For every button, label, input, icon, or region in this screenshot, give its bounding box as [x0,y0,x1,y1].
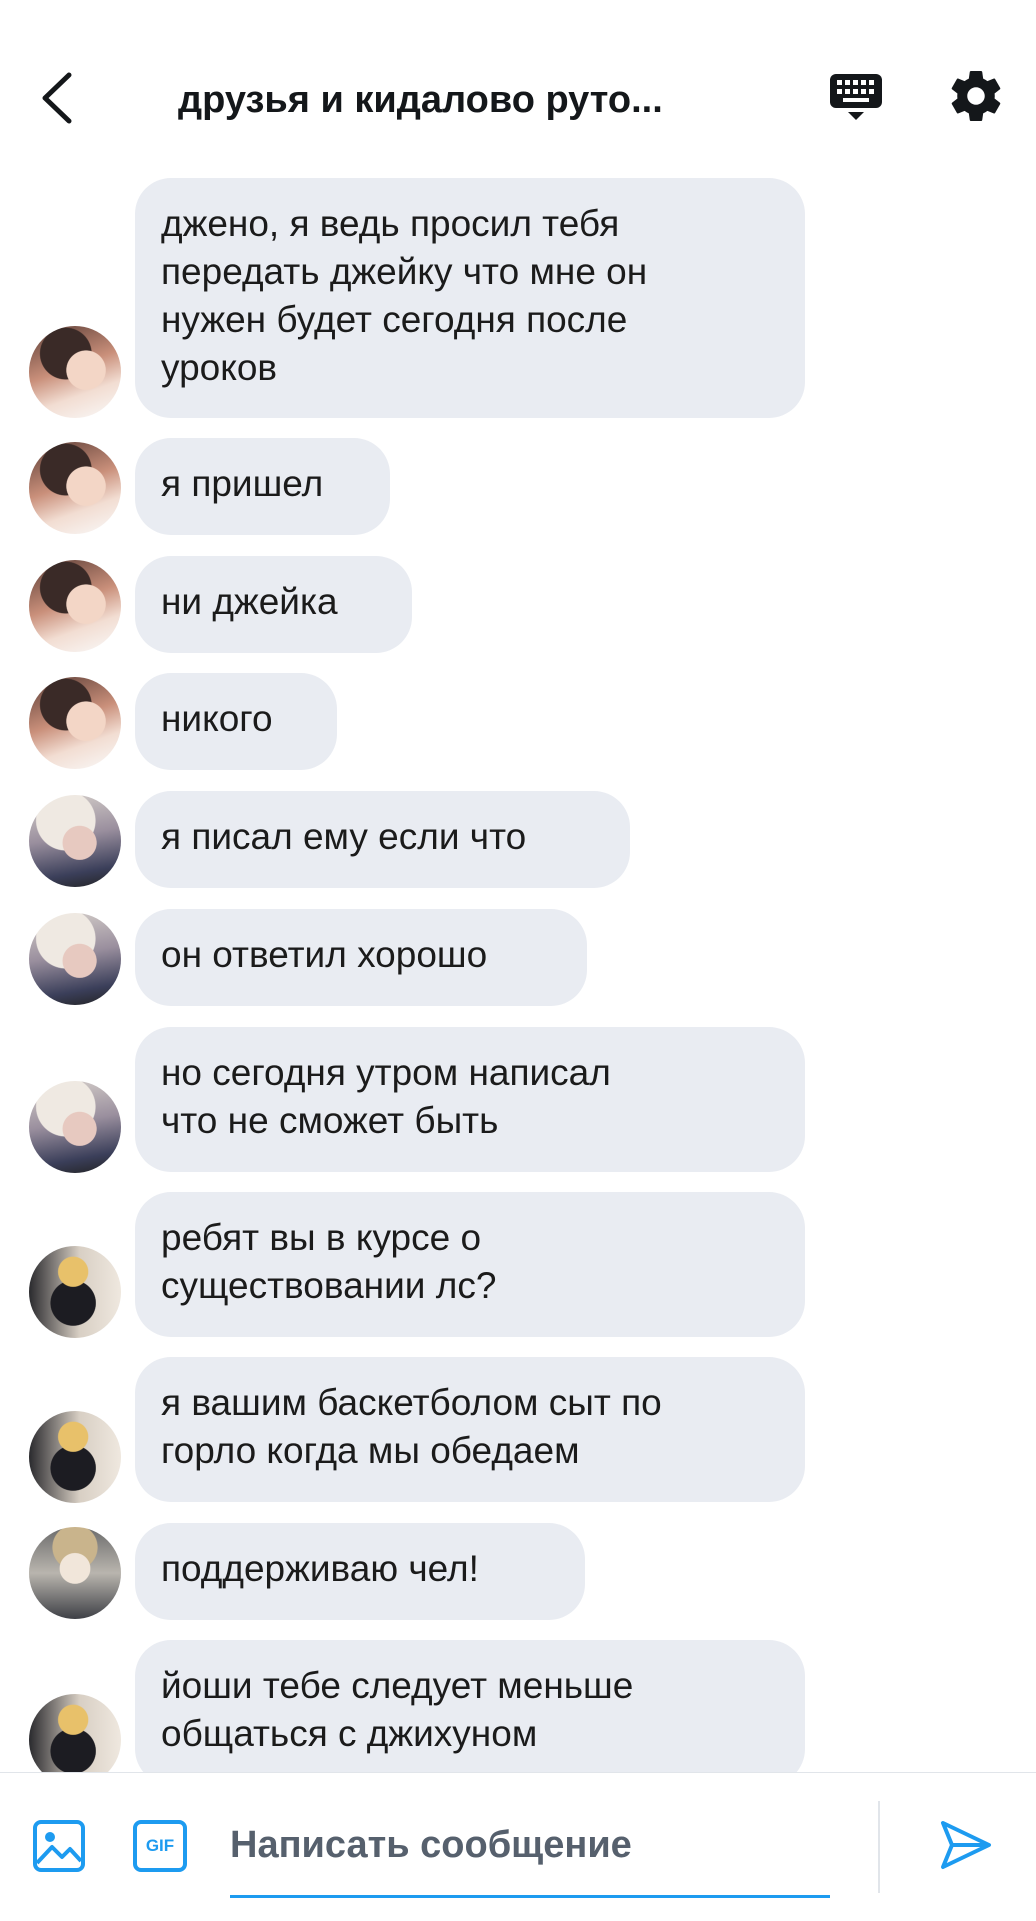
avatar[interactable] [29,1246,121,1338]
avatar[interactable] [29,1411,121,1503]
image-icon [33,1820,85,1872]
message-bubble[interactable]: я вашим баскетболом сыт по горло когда м… [135,1357,805,1502]
back-button[interactable] [30,62,82,134]
message-bubble[interactable]: джено, я ведь просил тебя передать джейк… [135,178,805,418]
avatar[interactable] [29,913,121,1005]
chevron-left-icon [42,72,72,124]
message-bubble[interactable]: ребят вы в курсе о существовании лс? [135,1192,805,1337]
message-bubble[interactable]: ни джейка [135,556,412,653]
gif-label: GIF [145,1836,175,1855]
gear-icon [951,71,1001,121]
message-bubble[interactable]: поддерживаю чел! [135,1523,585,1620]
message-bubble[interactable]: я пришел [135,438,390,535]
message-composer: GIF [0,1772,1036,1921]
avatar[interactable] [29,1527,121,1619]
settings-button[interactable] [946,66,1006,126]
message-bubble[interactable]: я писал ему если что [135,791,630,888]
message-input[interactable] [230,1795,830,1898]
avatar[interactable] [29,677,121,769]
send-icon [941,1821,991,1869]
composer-divider [878,1801,880,1893]
avatar[interactable] [29,1081,121,1173]
avatar[interactable] [29,795,121,887]
send-button[interactable] [938,1817,994,1873]
chat-title[interactable]: друзья и кидалово руто... [178,70,758,130]
avatar[interactable] [29,560,121,652]
message-bubble[interactable]: он ответил хорошо [135,909,587,1006]
message-bubble[interactable]: йоши тебе следует меньше общаться с джих… [135,1640,805,1772]
message-list[interactable]: джено, я ведь просил тебя передать джейк… [0,178,1036,1772]
keyboard-icon [830,74,882,120]
avatar[interactable] [29,442,121,534]
avatar[interactable] [29,1694,121,1772]
avatar[interactable] [29,326,121,418]
keyboard-button[interactable] [826,68,886,128]
message-bubble[interactable]: но сегодня утром написал что не сможет б… [135,1027,805,1172]
message-bubble[interactable]: никого [135,673,337,770]
chat-header: друзья и кидалово руто... [0,0,1036,180]
gif-button[interactable]: GIF [132,1819,188,1873]
image-button[interactable] [32,1819,86,1873]
